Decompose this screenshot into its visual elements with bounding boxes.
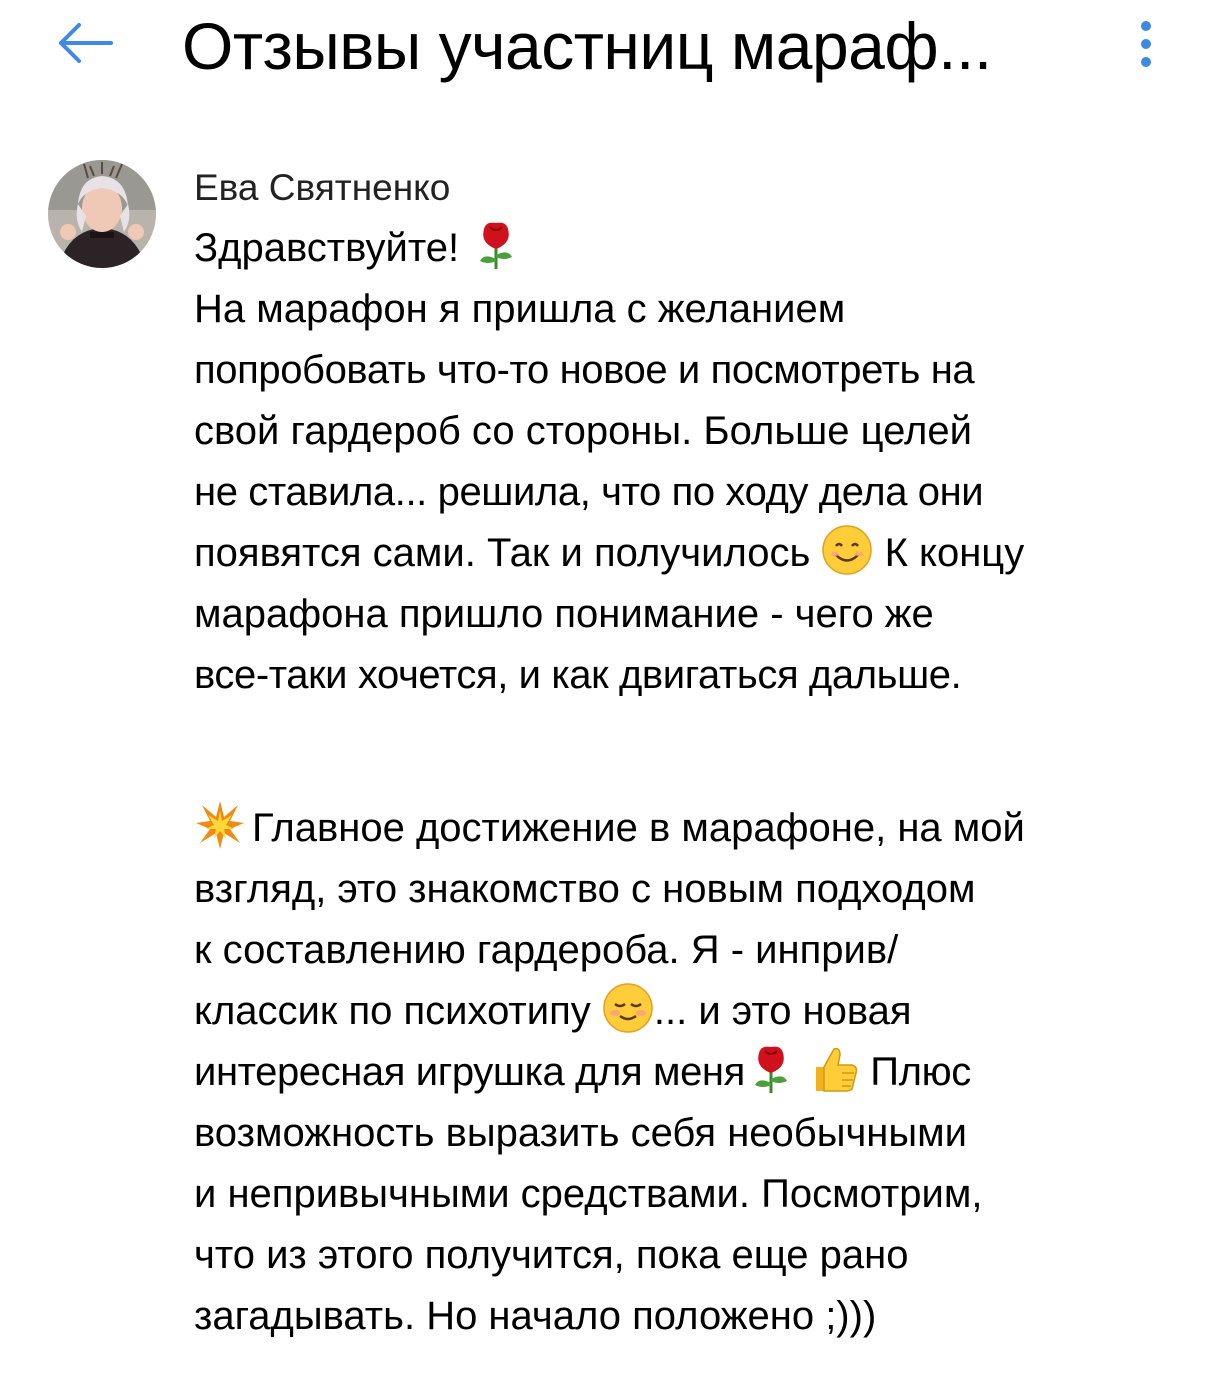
arrow-left-icon (55, 21, 115, 70)
more-dot (1141, 39, 1151, 49)
comment-line: все-таки хочется, и как двигаться дальше… (194, 653, 962, 697)
comment-line: свой гардероб со стороны. Больше целей (194, 409, 972, 453)
line-text: Главное достижение в марафоне, на мой (252, 806, 1025, 850)
comment-line: к составлению гардероба. Я - инприв/ (194, 928, 899, 972)
line-text: классик по психотипу (194, 989, 602, 1033)
comment-line: Главное достижение в марафоне, на мой (194, 798, 1194, 859)
line-text: Здравствуйте! (194, 226, 471, 270)
comment-line: и непривычными средствами. Посмотрим, (194, 1172, 983, 1216)
more-dot (1141, 57, 1151, 67)
comment-line: На марафон я пришла с желанием (194, 287, 846, 331)
line-text: ... и это новая (653, 989, 912, 1033)
comment-line: классик по психотипу ... и это новая (194, 981, 1194, 1042)
more-options-button[interactable] (1118, 12, 1174, 76)
comment-line: взгляд, это знакомство с новым подходом (194, 867, 976, 911)
page-title: Отзывы участниц мараф... (182, 9, 992, 83)
comment-line: появятся сами. Так и получилось К концу (194, 523, 1194, 584)
line-text: интересная игрушка для меня (194, 1050, 745, 1094)
app-header: Отзывы участниц мараф... (0, 0, 1220, 110)
comment-line: возможность выразить себя необычными (194, 1111, 967, 1155)
smiling-face-emoji-icon (821, 524, 873, 576)
collision-emoji-icon (194, 799, 252, 851)
line-text: К концу (873, 531, 1025, 575)
comment-line: интересная игрушка для меня Плюс (194, 1042, 1194, 1103)
avatar[interactable] (48, 160, 156, 268)
comment-text: Здравствуйте! На марафон я пришла с жела… (194, 218, 1194, 1347)
back-button[interactable] (50, 10, 120, 80)
comment-line: не ставила... решила, что по ходу дела о… (194, 470, 984, 514)
comment-line: загадывать. Но начало положено ;))) (194, 1294, 877, 1338)
rose-emoji-icon (470, 219, 522, 271)
line-text: Плюс (859, 1050, 971, 1094)
line-text: появятся сами. Так и получилось (194, 531, 822, 575)
comment-line: попробовать что-то новое и посмотреть на (194, 348, 975, 392)
comment-line: Здравствуйте! (194, 218, 1194, 279)
comment-line: что из этого получится, пока еще рано (194, 1233, 909, 1277)
comment-line: марафона пришло понимание - чего же (194, 592, 934, 636)
rose-emoji-icon (745, 1043, 797, 1095)
thumbs-up-emoji-icon (808, 1043, 860, 1095)
more-vertical-icon (1141, 21, 1151, 31)
comment-author[interactable]: Ева Святненко (194, 164, 450, 212)
relieved-face-emoji-icon (602, 982, 654, 1034)
